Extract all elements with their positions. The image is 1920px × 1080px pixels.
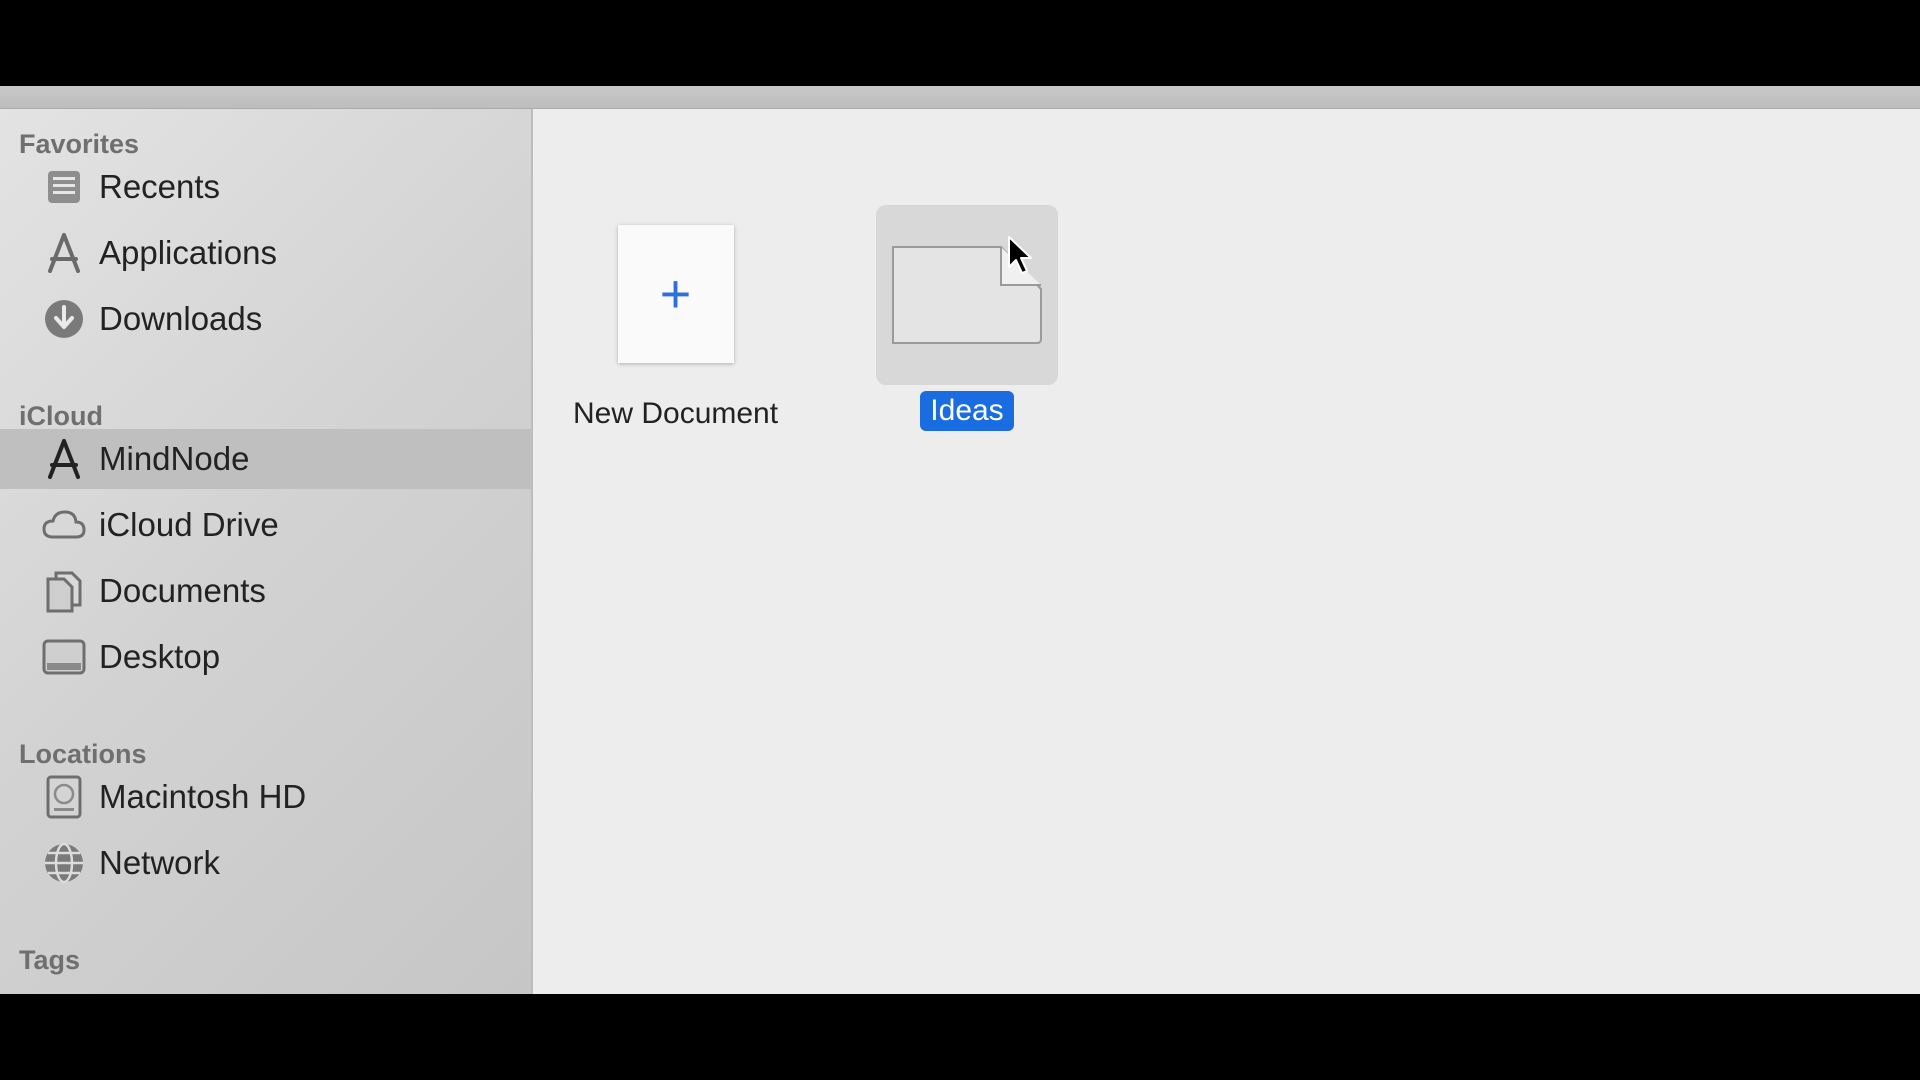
section-locations: Locations: [19, 739, 147, 769]
sidebar-item-label: iCloud Drive: [99, 506, 279, 543]
sidebar-item-label: Recents: [99, 168, 221, 205]
sidebar-item-label: Network: [99, 844, 221, 881]
letterbox-top: [0, 0, 1920, 86]
sidebar: Favorites Recents Applications Downloads…: [0, 109, 533, 994]
sidebar-item-label: Applications: [99, 234, 277, 271]
new-document-tile[interactable]: +: [617, 225, 734, 363]
section-tags: Tags: [19, 945, 81, 975]
sidebar-item-label: Documents: [99, 572, 266, 609]
document-browser: + New Document Ideas: [533, 109, 1920, 994]
sidebar-item-documents[interactable]: Documents: [0, 561, 531, 621]
sidebar-item-recents[interactable]: Recents: [0, 157, 531, 217]
mindnode-icon: [40, 435, 88, 483]
desktop-icon: [40, 633, 88, 681]
section-favorites: Favorites: [19, 129, 140, 159]
hard-drive-icon: [40, 773, 88, 821]
new-document-item[interactable]: + New Document: [573, 225, 778, 431]
sidebar-item-label: Desktop: [99, 638, 221, 675]
downloads-icon: [40, 295, 88, 343]
sidebar-item-downloads[interactable]: Downloads: [0, 289, 531, 349]
sidebar-item-label: Downloads: [99, 300, 263, 337]
sidebar-item-desktop[interactable]: Desktop: [0, 627, 531, 687]
mouse-pointer-icon: [1006, 235, 1034, 282]
recents-icon: [40, 163, 88, 211]
letterbox-bottom: [0, 994, 1920, 1080]
documents-icon: [40, 567, 88, 615]
ideas-document-thumbnail[interactable]: [876, 205, 1058, 385]
section-icloud: iCloud: [19, 401, 103, 431]
new-document-label: New Document: [573, 397, 779, 430]
network-icon: [40, 839, 88, 887]
sidebar-item-macintosh-hd[interactable]: Macintosh HD: [0, 767, 531, 827]
title-bar[interactable]: [0, 86, 1920, 109]
sidebar-item-label: Macintosh HD: [99, 778, 307, 815]
sidebar-item-applications[interactable]: Applications: [0, 223, 531, 283]
sidebar-item-mindnode[interactable]: MindNode: [0, 429, 531, 489]
applications-icon: [40, 229, 88, 277]
sidebar-item-icloud-drive[interactable]: iCloud Drive: [0, 495, 531, 555]
sidebar-item-network[interactable]: Network: [0, 833, 531, 893]
ideas-document-label[interactable]: Ideas: [920, 391, 1014, 431]
sidebar-item-label: MindNode: [99, 440, 250, 477]
plus-icon: +: [659, 264, 692, 324]
file-browser-window: Favorites Recents Applications Downloads…: [0, 86, 1920, 994]
cloud-icon: [40, 501, 88, 549]
